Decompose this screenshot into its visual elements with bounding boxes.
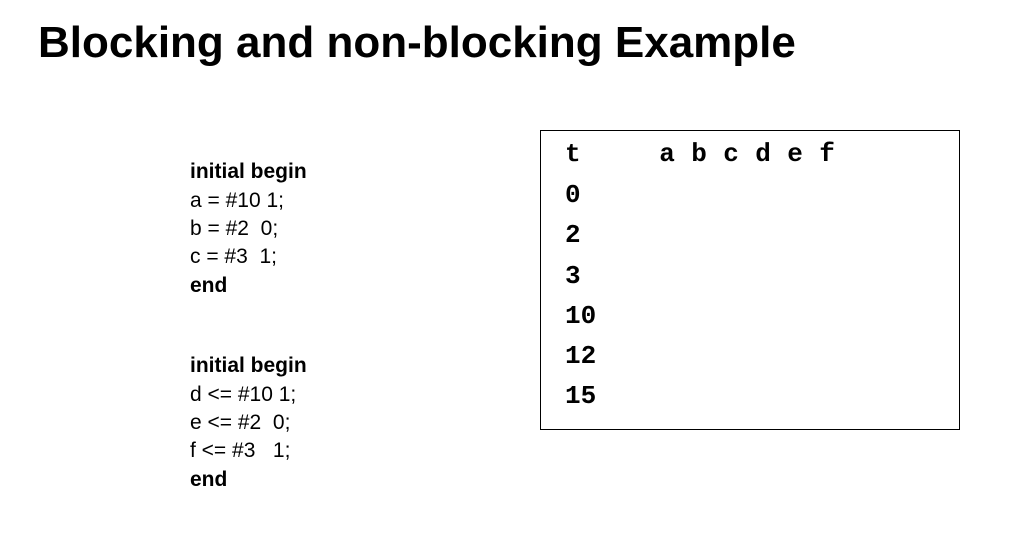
table-time-value: 10 bbox=[565, 296, 621, 336]
table-col-b: b bbox=[683, 139, 715, 169]
timing-table: t a b c d e f 0 2 3 10 12 15 bbox=[540, 130, 960, 430]
code-line: e <= #2 0; bbox=[190, 411, 290, 434]
table-col-a: a bbox=[651, 139, 683, 169]
code-block-blocking: initial begin a = #10 1; b = #2 0; c = #… bbox=[190, 130, 490, 300]
code-line: c = #3 1; bbox=[190, 245, 277, 268]
code-line: a = #10 1; bbox=[190, 189, 284, 212]
table-row: 12 bbox=[565, 336, 941, 376]
code-block-nonblocking: initial begin d <= #10 1; e <= #2 0; f <… bbox=[190, 324, 490, 494]
table-row: 2 bbox=[565, 215, 941, 255]
table-col-d: d bbox=[747, 139, 779, 169]
timing-table-body: 0 2 3 10 12 15 bbox=[565, 175, 941, 417]
table-time-value: 3 bbox=[565, 256, 621, 296]
table-row: 0 bbox=[565, 175, 941, 215]
table-time-value: 12 bbox=[565, 336, 621, 376]
code-line: b = #2 0; bbox=[190, 217, 278, 240]
table-col-t: t bbox=[565, 139, 621, 169]
code-line: f <= #3 1; bbox=[190, 439, 290, 462]
table-col-c: c bbox=[715, 139, 747, 169]
code-keyword: initial begin bbox=[190, 160, 307, 183]
code-keyword: end bbox=[190, 274, 227, 297]
table-time-value: 0 bbox=[565, 175, 621, 215]
table-row: 10 bbox=[565, 296, 941, 336]
code-keyword: end bbox=[190, 468, 227, 491]
code-keyword: initial begin bbox=[190, 354, 307, 377]
table-time-value: 2 bbox=[565, 215, 621, 255]
table-col-e: e bbox=[779, 139, 811, 169]
table-row: 15 bbox=[565, 376, 941, 416]
code-line: d <= #10 1; bbox=[190, 383, 296, 406]
timing-table-header: t a b c d e f bbox=[565, 139, 941, 169]
table-time-value: 15 bbox=[565, 376, 621, 416]
table-col-f: f bbox=[811, 139, 843, 169]
code-column: initial begin a = #10 1; b = #2 0; c = #… bbox=[190, 130, 490, 494]
table-row: 3 bbox=[565, 256, 941, 296]
slide-title: Blocking and non-blocking Example bbox=[38, 18, 796, 68]
